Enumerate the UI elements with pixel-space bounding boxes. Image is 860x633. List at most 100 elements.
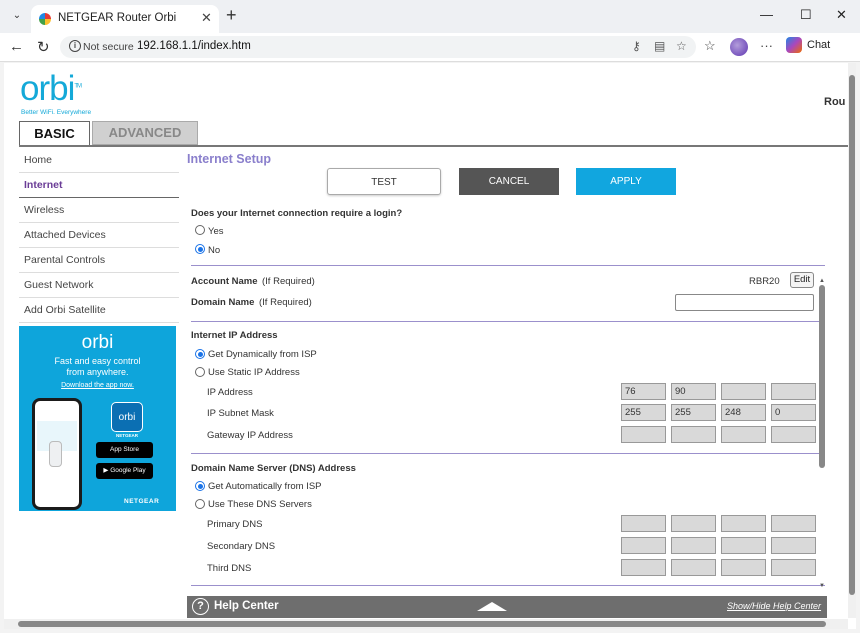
ip-address-octet-2[interactable]: 90 bbox=[671, 383, 716, 400]
primary-dns-octet-4[interactable] bbox=[771, 515, 816, 532]
ip-static-label: Use Static IP Address bbox=[208, 367, 300, 378]
scroll-up-icon[interactable]: ▲ bbox=[819, 278, 825, 284]
key-icon[interactable]: ⚷ bbox=[632, 39, 641, 53]
sidebar-item-wireless[interactable]: Wireless bbox=[19, 198, 179, 223]
gateway-octet-1[interactable] bbox=[621, 426, 666, 443]
google-play-badge[interactable]: ▶ Google Play bbox=[96, 463, 153, 479]
logo-tagline: Better WiFi. Everywhere bbox=[21, 109, 92, 116]
reader-icon[interactable]: ▤ bbox=[654, 39, 665, 53]
form-scroll-thumb[interactable] bbox=[819, 285, 825, 468]
third-dns-octet-4[interactable] bbox=[771, 559, 816, 576]
gateway-octet-3[interactable] bbox=[721, 426, 766, 443]
address-bar[interactable]: i Not secure 192.168.1.1/index.htm ⚷ ▤ ☆ bbox=[60, 36, 696, 58]
help-center-bar[interactable]: ? Help Center Show/Hide Help Center bbox=[187, 596, 827, 618]
third-dns-octet-2[interactable] bbox=[671, 559, 716, 576]
subnet-octet-1[interactable]: 255 bbox=[621, 404, 666, 421]
app-store-badge[interactable]: App Store bbox=[96, 442, 153, 458]
ip-address-label: IP Address bbox=[207, 387, 253, 398]
gateway-label: Gateway IP Address bbox=[207, 430, 293, 441]
login-yes-label: Yes bbox=[208, 226, 224, 237]
secondary-dns-octet-2[interactable] bbox=[671, 537, 716, 554]
new-tab-button[interactable]: + bbox=[226, 5, 237, 26]
favorites-icon[interactable]: ☆ bbox=[704, 38, 716, 54]
app-promo-banner[interactable]: orbi Fast and easy control from anywhere… bbox=[19, 326, 176, 511]
ip-address-octet-3[interactable] bbox=[721, 383, 766, 400]
internet-setup-form: Does your Internet connection require a … bbox=[191, 203, 826, 594]
primary-dns-octet-2[interactable] bbox=[671, 515, 716, 532]
show-hide-help-link[interactable]: Show/Hide Help Center bbox=[727, 601, 821, 611]
tab-advanced[interactable]: ADVANCED bbox=[92, 121, 198, 145]
form-scrollbar[interactable]: ▲ ▼ bbox=[819, 278, 826, 590]
third-dns-octet-3[interactable] bbox=[721, 559, 766, 576]
domain-name-input[interactable] bbox=[675, 294, 814, 311]
page-hscroll-thumb[interactable] bbox=[18, 621, 826, 627]
promo-logo: orbi bbox=[81, 332, 114, 353]
dns-manual-radio[interactable] bbox=[195, 499, 205, 509]
favicon-icon bbox=[39, 13, 51, 25]
subnet-octet-2[interactable]: 255 bbox=[671, 404, 716, 421]
tab-divider bbox=[19, 145, 854, 147]
expand-arrow-icon[interactable] bbox=[477, 602, 507, 611]
page-vertical-scrollbar[interactable] bbox=[848, 63, 856, 618]
dns-auto-radio[interactable] bbox=[195, 481, 205, 491]
browser-titlebar: ⌄ NETGEAR Router Orbi ✕ + — ☐ ✕ bbox=[0, 0, 860, 33]
router-label: Rou bbox=[824, 96, 846, 108]
reload-button[interactable]: ↻ bbox=[37, 38, 50, 56]
login-question: Does your Internet connection require a … bbox=[191, 208, 403, 219]
primary-dns-octet-3[interactable] bbox=[721, 515, 766, 532]
edit-button[interactable]: Edit bbox=[790, 272, 814, 288]
test-button[interactable]: TEST bbox=[327, 168, 441, 195]
account-name-label: Account Name bbox=[191, 276, 258, 287]
login-no-radio[interactable] bbox=[195, 244, 205, 254]
sidebar-item-parental-controls[interactable]: Parental Controls bbox=[19, 248, 179, 273]
subnet-mask-label: IP Subnet Mask bbox=[207, 408, 274, 419]
page-horizontal-scrollbar[interactable] bbox=[4, 619, 848, 629]
tab-basic[interactable]: BASIC bbox=[19, 121, 90, 147]
page-vscroll-thumb[interactable] bbox=[849, 75, 855, 595]
ip-address-octet-1[interactable]: 76 bbox=[621, 383, 666, 400]
primary-dns-octet-1[interactable] bbox=[621, 515, 666, 532]
subnet-octet-3[interactable]: 248 bbox=[721, 404, 766, 421]
sidebar-item-guest-network[interactable]: Guest Network bbox=[19, 273, 179, 298]
ip-dynamic-radio[interactable] bbox=[195, 349, 205, 359]
login-yes-radio[interactable] bbox=[195, 225, 205, 235]
gateway-octet-4[interactable] bbox=[771, 426, 816, 443]
cancel-button[interactable]: CANCEL bbox=[459, 168, 559, 195]
minimize-button[interactable]: — bbox=[760, 7, 773, 22]
section-divider bbox=[191, 585, 825, 586]
chat-button[interactable]: Chat bbox=[786, 37, 830, 57]
sidebar-item-attached-devices[interactable]: Attached Devices bbox=[19, 223, 179, 248]
scroll-down-icon[interactable]: ▼ bbox=[819, 583, 825, 589]
browser-tab[interactable]: NETGEAR Router Orbi ✕ bbox=[31, 5, 219, 33]
dns-section-title: Domain Name Server (DNS) Address bbox=[191, 463, 356, 474]
promo-line2: from anywhere. bbox=[66, 367, 129, 377]
url-text[interactable]: 192.168.1.1/index.htm bbox=[137, 40, 251, 52]
maximize-button[interactable]: ☐ bbox=[800, 7, 812, 23]
secondary-dns-octet-4[interactable] bbox=[771, 537, 816, 554]
tab-list-chevron-icon[interactable]: ⌄ bbox=[8, 7, 26, 25]
orbi-device-image bbox=[49, 441, 62, 467]
third-dns-octet-1[interactable] bbox=[621, 559, 666, 576]
profile-avatar[interactable] bbox=[730, 38, 748, 56]
gateway-octet-2[interactable] bbox=[671, 426, 716, 443]
copilot-icon bbox=[786, 37, 802, 53]
promo-download-link[interactable]: Download the app now. bbox=[19, 382, 176, 389]
favorite-star-icon[interactable]: ☆ bbox=[676, 39, 687, 53]
subnet-octet-4[interactable]: 0 bbox=[771, 404, 816, 421]
ip-address-octet-4[interactable] bbox=[771, 383, 816, 400]
login-no-label: No bbox=[208, 245, 221, 256]
sidebar-item-add-orbi-satellite[interactable]: Add Orbi Satellite bbox=[19, 298, 179, 323]
sidebar-item-internet[interactable]: Internet bbox=[19, 173, 179, 198]
close-window-button[interactable]: ✕ bbox=[836, 7, 847, 23]
secondary-dns-octet-3[interactable] bbox=[721, 537, 766, 554]
help-center-title: Help Center bbox=[214, 600, 279, 612]
more-menu-icon[interactable]: ··· bbox=[760, 38, 773, 53]
sidebar-item-home[interactable]: Home bbox=[19, 148, 179, 173]
info-icon[interactable]: i bbox=[69, 40, 81, 52]
apply-button[interactable]: APPLY bbox=[576, 168, 676, 195]
back-button[interactable]: ← bbox=[9, 38, 24, 55]
ip-dynamic-label: Get Dynamically from ISP bbox=[208, 349, 317, 360]
secondary-dns-octet-1[interactable] bbox=[621, 537, 666, 554]
ip-static-radio[interactable] bbox=[195, 367, 205, 377]
tab-close-icon[interactable]: ✕ bbox=[201, 10, 212, 26]
